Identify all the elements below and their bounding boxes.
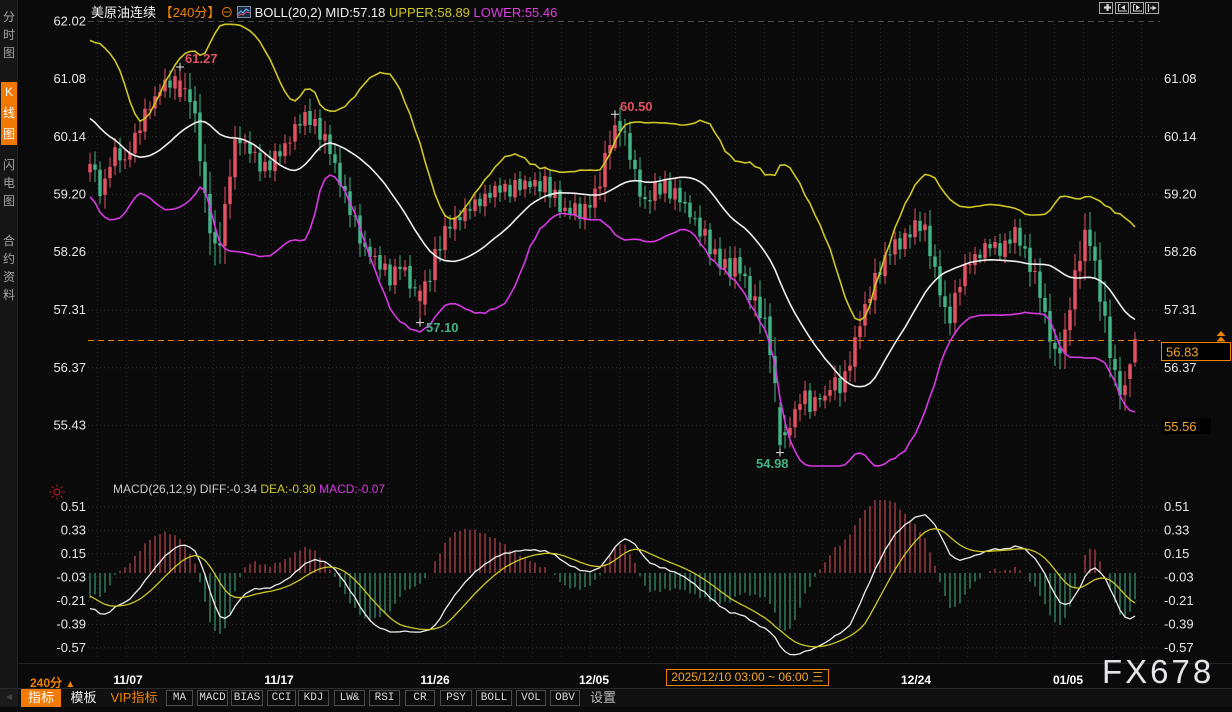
svg-text:0.51: 0.51: [1164, 499, 1189, 514]
svg-text:58.26: 58.26: [1164, 244, 1197, 259]
svg-text:-0.21: -0.21: [1164, 593, 1194, 608]
svg-text:56.37: 56.37: [53, 360, 86, 375]
svg-text:0.51: 0.51: [61, 499, 86, 514]
svg-text:12/24: 12/24: [901, 673, 931, 687]
svg-text:01/05: 01/05: [1053, 673, 1083, 687]
svg-text:12/05: 12/05: [579, 673, 609, 687]
svg-text:57.31: 57.31: [53, 302, 86, 317]
svg-text:-0.57: -0.57: [56, 640, 86, 655]
svg-text:58.26: 58.26: [53, 244, 86, 259]
svg-text:57.10: 57.10: [426, 320, 459, 335]
svg-text:-0.03: -0.03: [56, 569, 86, 584]
svg-text:56.83: 56.83: [1166, 345, 1199, 360]
svg-text:0.15: 0.15: [1164, 546, 1189, 561]
svg-text:0.33: 0.33: [61, 522, 86, 537]
svg-text:-0.21: -0.21: [56, 593, 86, 608]
svg-text:56.37: 56.37: [1164, 360, 1197, 375]
svg-text:62.02: 62.02: [53, 14, 86, 29]
svg-text:60.14: 60.14: [53, 129, 86, 144]
svg-text:59.20: 59.20: [53, 186, 86, 201]
svg-text:0.33: 0.33: [1164, 522, 1189, 537]
svg-text:55.43: 55.43: [53, 418, 86, 433]
svg-text:61.27: 61.27: [185, 51, 218, 66]
svg-text:54.98: 54.98: [756, 456, 789, 471]
svg-text:-0.03: -0.03: [1164, 569, 1194, 584]
svg-text:0.15: 0.15: [61, 546, 86, 561]
svg-text:61.08: 61.08: [53, 71, 86, 86]
svg-text:11/07: 11/07: [113, 673, 143, 687]
svg-text:59.20: 59.20: [1164, 186, 1197, 201]
svg-text:57.31: 57.31: [1164, 302, 1197, 317]
svg-text:11/26: 11/26: [420, 673, 450, 687]
svg-text:60.50: 60.50: [620, 99, 653, 114]
svg-text:60.14: 60.14: [1164, 129, 1197, 144]
svg-text:-0.39: -0.39: [1164, 616, 1194, 631]
svg-text:61.08: 61.08: [1164, 71, 1197, 86]
svg-text:11/17: 11/17: [264, 673, 294, 687]
svg-text:55.56: 55.56: [1164, 419, 1197, 434]
svg-text:-0.39: -0.39: [56, 616, 86, 631]
